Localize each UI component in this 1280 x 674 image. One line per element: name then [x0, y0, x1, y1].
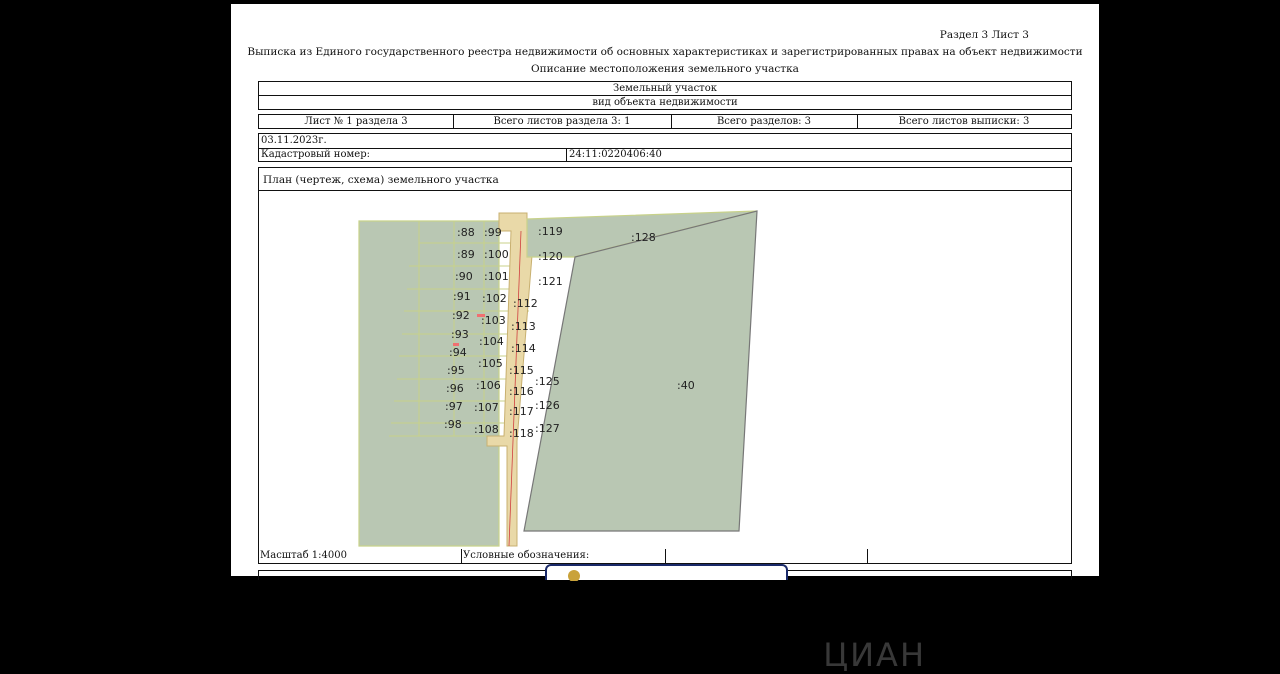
object-type-block: Земельный участок вид объекта недвижимос…: [258, 81, 1072, 110]
parcel-label: :120: [538, 250, 563, 263]
parcel-label: :127: [535, 422, 560, 435]
parcel-label: :91: [453, 290, 471, 303]
total-extract-sheets: Всего листов выписки: 3: [898, 116, 1030, 127]
parcel-label: :114: [511, 342, 536, 355]
parcel-label: :113: [511, 320, 536, 333]
legend-label: Условные обозначения:: [463, 550, 590, 561]
parcel-label: :102: [482, 292, 507, 305]
parcel-label: :103: [481, 314, 506, 327]
parcel-label: :97: [445, 400, 463, 413]
parcel-label: :115: [509, 364, 534, 377]
section-sheet-label: Раздел 3 Лист 3: [939, 29, 1029, 41]
parcel-label: :118: [509, 427, 534, 440]
parcel-label: :117: [509, 405, 534, 418]
date-cadastral-block: 03.11.2023г. Кадастровый номер: 24:11:02…: [258, 133, 1072, 162]
parcel-label: :126: [535, 399, 560, 412]
extract-page: Раздел 3 Лист 3 Выписка из Единого госуд…: [231, 4, 1099, 674]
emblem-icon: [568, 570, 580, 581]
parcel-label: :92: [452, 309, 470, 322]
parcel-label: :104: [479, 335, 504, 348]
parcel-label: :101: [484, 270, 509, 283]
parcel-label: :108: [474, 423, 499, 436]
total-sections: Всего разделов: 3: [716, 116, 812, 127]
plan-title: План (чертеж, схема) земельного участка: [263, 174, 499, 186]
cadastral-label: Кадастровый номер:: [261, 149, 370, 160]
parcel-label: :116: [509, 385, 534, 398]
parcel-label: :121: [538, 275, 563, 288]
parcel-label: :89: [457, 248, 475, 261]
extract-date: 03.11.2023г.: [261, 135, 327, 146]
parcel-label: :90: [455, 270, 473, 283]
parcel-label: :40: [677, 379, 695, 392]
parcel-label: :112: [513, 297, 538, 310]
parcel-label: :99: [484, 226, 502, 239]
object-type-caption: вид объекта недвижимости: [592, 97, 738, 108]
document-subtitle: Описание местоположения земельного участ…: [531, 63, 799, 75]
parcel-label: :105: [478, 357, 503, 370]
parcel-label: :94: [449, 346, 467, 359]
signature-stamp: [545, 564, 788, 581]
parcel-label: :125: [535, 375, 560, 388]
document-title: Выписка из Единого государственного реес…: [247, 46, 1083, 58]
sheet-number: Лист № 1 раздела 3: [304, 116, 408, 127]
parcel-label: :106: [476, 379, 501, 392]
parcel-label: :98: [444, 418, 462, 431]
parcel-label: :96: [446, 382, 464, 395]
watermark: ЦИАН: [823, 636, 926, 674]
object-type: Земельный участок: [613, 83, 717, 94]
parcel-label: :128: [631, 231, 656, 244]
parcel-label: :88: [457, 226, 475, 239]
parcel-label: :100: [484, 248, 509, 261]
legend-row: Масштаб 1:4000 Условные обозначения:: [258, 549, 1072, 564]
parcel-map: :88 :99 :119 :128 :89 :100 :120 :90 :101 :121 :91:…: [358, 210, 758, 547]
parcel-label: :119: [538, 225, 563, 238]
cadastral-number: 24:11:0220406:40: [569, 149, 662, 160]
parcel-label: :95: [447, 364, 465, 377]
parcel-label: :93: [451, 328, 469, 341]
scale-label: Масштаб 1:4000: [260, 550, 347, 561]
sheet-info-row: Лист № 1 раздела 3 Всего листов раздела …: [258, 114, 1072, 129]
parcel-label: :107: [474, 401, 499, 414]
total-section-sheets: Всего листов раздела 3: 1: [493, 116, 631, 127]
plan-block: План (чертеж, схема) земельного участка: [258, 167, 1072, 674]
